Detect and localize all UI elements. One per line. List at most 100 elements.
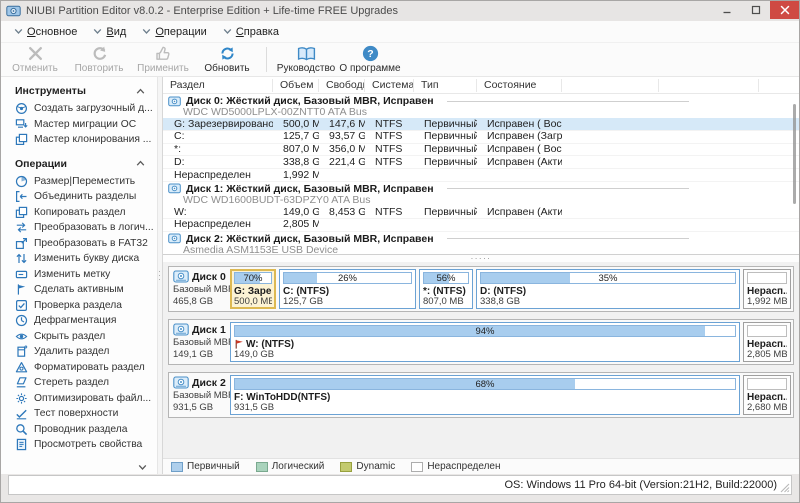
partition-row[interactable]: W:149,0 GB8,453 GBNTFSПервичныйИсправен … [163, 206, 799, 219]
disk-size: 149,1 GB [173, 349, 227, 360]
column-header[interactable]: Свободно [319, 79, 365, 92]
maximize-icon [750, 4, 762, 16]
sidebar-item-label: Копировать раздел [34, 207, 126, 218]
sidebar-item-flag[interactable]: Сделать активным [1, 282, 157, 298]
disk-group-header[interactable]: Диск 1: Жёсткий диск, Базовый MBR, Испра… [163, 182, 799, 206]
menu-help[interactable]: Справка [216, 24, 286, 40]
cell: 807,0 MB [273, 143, 319, 156]
sidebar-item-copy[interactable]: Копировать раздел [1, 205, 157, 221]
menu-view[interactable]: Вид [86, 24, 133, 40]
disk-panel-label[interactable]: Диск 2Базовый MBR931,5 GB [171, 375, 227, 415]
column-header[interactable]: Система [365, 79, 414, 92]
sidebar-item-convert-arrows[interactable]: Преобразовать в логич... [1, 220, 157, 236]
partition-row[interactable]: G: Зарезервировано систе...500,0 MB147,6… [163, 118, 799, 131]
hide-eye-icon [14, 330, 28, 343]
sidebar-item-delete[interactable]: Удалить раздел [1, 344, 157, 360]
partition-row[interactable]: *:807,0 MB356,0 MBNTFSПервичныйИсправен … [163, 144, 799, 157]
usage-bar: 70% [234, 272, 272, 284]
column-header[interactable]: Состояние [477, 79, 562, 92]
partition-label: Нерасп... [747, 286, 787, 296]
table-body: Диск 0: Жёсткий диск, Базовый MBR, Испра… [163, 94, 799, 255]
sidebar-item-surface-test[interactable]: Тест поверхности [1, 406, 157, 422]
partition-table: РазделОбъемСвободноСистемаТипСостояние Д… [163, 77, 799, 255]
unallocated-block[interactable]: Нерасп...2,680 MB [743, 375, 791, 415]
sidebar-item-optimize-gear[interactable]: Оптимизировать файл... [1, 391, 157, 407]
sidebar-item-format-triangle[interactable]: Форматировать раздел [1, 360, 157, 376]
sidebar-item-defrag-clock[interactable]: Дефрагментация [1, 313, 157, 329]
unallocated-block[interactable]: Нерасп...2,805 MB [743, 322, 791, 362]
partition-row[interactable]: Нераспределен2,805 MB [163, 219, 799, 232]
partition-row[interactable]: Нераспределен1,992 MB [163, 169, 799, 182]
sidebar-item-merge[interactable]: Объединить разделы [1, 189, 157, 205]
cell: Первичный [414, 156, 477, 169]
partition-block[interactable]: 70%G: Заре...500,0 MB [230, 269, 276, 309]
toolbar-guide-book-button[interactable]: Руководство [274, 43, 338, 76]
cell: Первичный [414, 118, 477, 131]
sidebar-item-os-migration[interactable]: Мастер миграции ОС [1, 117, 157, 133]
disk-panel-label[interactable]: Диск 1Базовый MBR149,1 GB [171, 322, 227, 362]
column-header[interactable]: Раздел [163, 79, 273, 92]
unallocated-block[interactable]: Нерасп...1,992 MB [743, 269, 791, 309]
sidebar-section-header[interactable]: Операции [1, 154, 157, 174]
cell: G: Зарезервировано систе... [163, 118, 273, 131]
disk-group-header[interactable]: Диск 0: Жёсткий диск, Базовый MBR, Испра… [163, 94, 799, 118]
toolbar-about-question-button[interactable]: ?О программе [338, 43, 402, 76]
toolbar-apply-thumb-button[interactable]: Применить [131, 43, 195, 76]
menu-operations[interactable]: Операции [135, 24, 213, 40]
partition-block[interactable]: 94%W: (NTFS)149,0 GB [230, 322, 740, 362]
column-header[interactable]: Объем [273, 79, 319, 92]
merge-icon [14, 190, 28, 203]
column-header[interactable]: Тип [414, 79, 477, 92]
sidebar-section-header[interactable]: Инструменты [1, 81, 157, 101]
sidebar-item-hide-eye[interactable]: Скрыть раздел [1, 329, 157, 345]
table-header: РазделОбъемСвободноСистемаТипСостояние [163, 77, 799, 94]
sidebar-section-title: Инструменты [15, 85, 86, 97]
partition-block[interactable]: 68%F: WinToHDD(NTFS)931,5 GB [230, 375, 740, 415]
status-box: OS: Windows 11 Pro 64-bit (Version:21H2,… [8, 475, 792, 495]
partition-block[interactable]: 26%C: (NTFS)125,7 GB [279, 269, 416, 309]
partition-block[interactable]: 56%*: (NTFS)807,0 MB [419, 269, 473, 309]
sidebar-item-check-square[interactable]: Проверка раздела [1, 298, 157, 314]
minimize-button[interactable] [712, 1, 741, 19]
splitter-grip-dots: ··· [155, 270, 165, 282]
sidebar-item-convert-fat32[interactable]: Преобразовать в FAT32 [1, 236, 157, 252]
sidebar-item-boot-disc[interactable]: Создать загрузочный д... [1, 101, 157, 117]
disk-panel-label[interactable]: Диск 0Базовый MBR465,8 GB [171, 269, 227, 309]
sidebar-item-erase[interactable]: Стереть раздел [1, 375, 157, 391]
toolbar-undo-button[interactable]: Отменить [3, 43, 67, 76]
partition-size: 500,0 MB [234, 296, 272, 306]
chevron-down-icon [142, 28, 151, 35]
sidebar-item-properties[interactable]: Просмотреть свойства [1, 437, 157, 453]
cell: 1,992 MB [273, 169, 319, 182]
partition-row[interactable]: D:338,8 GB221,4 GBNTFSПервичныйИсправен … [163, 156, 799, 169]
toolbar-divider [266, 47, 267, 72]
sidebar-item-drive-letter[interactable]: Изменить букву диска [1, 251, 157, 267]
disk-name-row: Диск 1 [173, 323, 227, 336]
table-scrollbar-thumb[interactable] [793, 104, 796, 204]
sidebar-item-explorer-magnifier[interactable]: Проводник раздела [1, 422, 157, 438]
close-button[interactable] [770, 1, 799, 19]
disk-drive-icon [168, 183, 181, 194]
menu-main[interactable]: Основное [7, 24, 84, 40]
disk-scheme: Базовый MBR [173, 284, 227, 295]
sidebar-item-clone[interactable]: Мастер клонирования ... [1, 132, 157, 148]
sidebar-item-resize-move[interactable]: Размер|Переместить [1, 174, 157, 190]
disk-panel: Диск 2Базовый MBR931,5 GB68%F: WinToHDD(… [168, 372, 794, 418]
partition-block[interactable]: 35%D: (NTFS)338,8 GB [476, 269, 740, 309]
chevron-down-icon [93, 28, 102, 35]
cell: 93,57 GB [319, 130, 365, 143]
toolbar-refresh-button[interactable]: Обновить [195, 43, 259, 76]
partition-label-row: F: WinToHDD(NTFS) [234, 392, 736, 402]
sidebar-scroll-down[interactable] [1, 460, 157, 474]
sidebar-item-label[interactable]: Изменить метку [1, 267, 157, 283]
partition-label-row: W: (NTFS) [234, 339, 736, 349]
toolbar-redo-button[interactable]: Повторить [67, 43, 131, 76]
disk-group-header[interactable]: Диск 2: Жёсткий диск, Базовый MBR, Испра… [163, 232, 799, 255]
resize-grip-icon[interactable] [780, 483, 790, 493]
cell: 2,805 MB [273, 218, 319, 231]
partition-row[interactable]: C:125,7 GB93,57 GBNTFSПервичныйИсправен … [163, 131, 799, 144]
maximize-button[interactable] [741, 1, 770, 19]
horizontal-splitter[interactable]: ····· [163, 255, 799, 262]
optimize-gear-icon [14, 392, 28, 405]
cell: NTFS [365, 206, 414, 219]
